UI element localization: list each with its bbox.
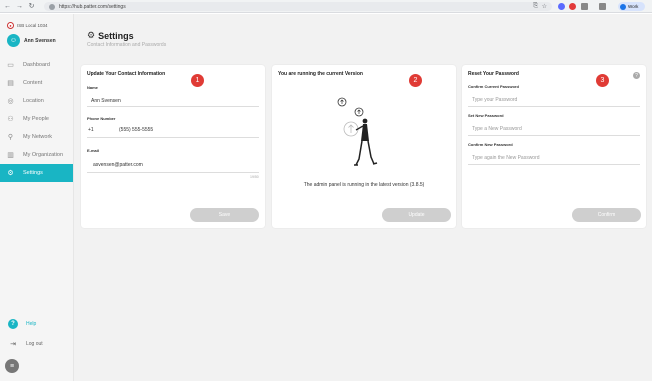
help-icon[interactable]: ?: [633, 72, 640, 79]
avatar: ☺: [7, 34, 20, 47]
address-bar[interactable]: https://hub.patter.com/settings ⎘ ☆: [44, 2, 552, 11]
email-label: E-mail: [87, 148, 100, 153]
address-url: https://hub.patter.com/settings: [59, 3, 126, 10]
card-title: Reset Your Password: [468, 71, 519, 77]
update-button[interactable]: Update: [382, 208, 451, 222]
divider: [87, 172, 259, 173]
divider: [87, 137, 259, 138]
page-title: Settings: [98, 30, 134, 41]
dashboard-icon: ▭: [7, 62, 14, 69]
sidebar-item-settings[interactable]: ⚙ Settings: [0, 164, 73, 182]
sidebar-item-label: My Network: [23, 134, 53, 140]
sidebar-nav: ▭ Dashboard ▤ Content ◎ Location ⚇ My Pe…: [0, 56, 73, 182]
logout-link[interactable]: ⇥ Log out: [8, 339, 43, 349]
help-icon: ?: [8, 319, 18, 329]
sidebar-item-my-organization[interactable]: ▥ My Organization: [0, 146, 73, 164]
content-icon: ▤: [7, 80, 14, 87]
page-header: ⚙ Settings Contact Information and Passw…: [87, 30, 166, 48]
divider: [468, 164, 640, 165]
step-badge: 1: [191, 74, 204, 87]
email-field[interactable]: asvensen@patter.com: [93, 162, 143, 168]
divider: [468, 135, 640, 136]
sidebar-item-label: Content: [23, 80, 43, 86]
bookmark-star-icon[interactable]: ☆: [542, 3, 547, 10]
page-subtitle: Contact Information and Passwords: [87, 42, 167, 48]
new-password-field[interactable]: Type a New Password: [472, 126, 522, 132]
extension-icon[interactable]: [569, 3, 576, 10]
reload-icon[interactable]: ↻: [27, 2, 36, 11]
upgrade-illustration-icon: [337, 97, 378, 166]
confirm-password-label: Confirm New Password: [468, 142, 513, 147]
side-panel-icon[interactable]: [599, 3, 606, 10]
logout-label: Log out: [26, 341, 43, 347]
org-switcher[interactable]: ● ISB Local 1034: [7, 22, 48, 29]
version-card: You are running the current Version 2 Th…: [272, 65, 456, 228]
sidebar-item-location[interactable]: ◎ Location: [0, 92, 73, 110]
site-info-icon[interactable]: [49, 3, 55, 10]
sidebar-item-my-network[interactable]: ⚲ My Network: [0, 128, 73, 146]
gear-icon: ⚙: [7, 170, 14, 177]
step-badge: 3: [596, 74, 609, 87]
extensions-puzzle-icon[interactable]: [581, 3, 588, 10]
sidebar-item-label: My Organization: [23, 152, 64, 158]
profile-label: Work: [628, 4, 639, 9]
main-content: ⚙ Settings Contact Information and Passw…: [74, 14, 652, 381]
sidebar: ● ISB Local 1034 ☺ Ann Svensen ▭ Dashboa…: [0, 14, 74, 381]
card-title: You are running the current Version: [278, 71, 363, 77]
profile-button[interactable]: Work: [618, 2, 645, 11]
current-password-label: Confirm Current Password: [468, 84, 519, 89]
menu-toggle-button[interactable]: ≡: [5, 359, 19, 373]
location-pin-icon: ◎: [7, 98, 14, 105]
back-icon[interactable]: ←: [3, 2, 12, 11]
step-badge: 2: [409, 74, 422, 87]
sidebar-item-content[interactable]: ▤ Content: [0, 74, 73, 92]
user-profile[interactable]: ☺ Ann Svensen: [7, 34, 56, 47]
current-password-field[interactable]: Type your Password: [472, 97, 517, 103]
new-password-label: Set New Password: [468, 113, 504, 118]
country-code-select[interactable]: +1: [88, 127, 94, 133]
help-link[interactable]: ? Help: [8, 319, 36, 329]
browser-toolbar: ← → ↻ https://hub.patter.com/settings ⎘ …: [0, 0, 652, 13]
phone-field[interactable]: (555) 555-5555: [119, 127, 153, 133]
org-logo: ●: [7, 22, 14, 29]
organization-icon: ▥: [7, 152, 14, 159]
contact-info-card: Update Your Contact Information 1 Name A…: [81, 65, 265, 228]
org-name: ISB Local 1034: [17, 23, 48, 28]
confirm-password-field[interactable]: Type again the New Password: [472, 155, 540, 161]
save-button[interactable]: Save: [190, 208, 259, 222]
card-title: Update Your Contact Information: [87, 71, 166, 77]
forward-icon[interactable]: →: [15, 2, 24, 11]
user-name: Ann Svensen: [24, 37, 56, 44]
sidebar-item-label: Location: [23, 98, 44, 104]
name-label: Name: [87, 85, 98, 90]
sidebar-item-my-people[interactable]: ⚇ My People: [0, 110, 73, 128]
extension-icon[interactable]: [558, 3, 565, 10]
confirm-button[interactable]: Confirm: [572, 208, 641, 222]
char-counter: 19/50: [250, 175, 259, 179]
name-field[interactable]: Ann Svensen: [91, 98, 121, 104]
phone-label: Phone Number: [87, 116, 116, 121]
help-label: Help: [26, 321, 37, 327]
divider: [87, 106, 259, 107]
sidebar-item-dashboard[interactable]: ▭ Dashboard: [0, 56, 73, 74]
network-icon: ⚲: [7, 134, 14, 141]
share-icon[interactable]: ⎘: [533, 3, 538, 10]
gear-icon: ⚙: [87, 30, 96, 40]
sidebar-item-label: Settings: [23, 170, 43, 176]
profile-avatar: [620, 3, 626, 10]
sidebar-item-label: Dashboard: [23, 62, 50, 68]
version-message: The admin panel is running in the latest…: [303, 182, 425, 188]
reset-password-card: Reset Your Password 3 ? Confirm Current …: [462, 65, 646, 228]
sidebar-item-label: My People: [23, 116, 49, 122]
logout-icon: ⇥: [10, 341, 16, 348]
divider: [468, 106, 640, 107]
people-icon: ⚇: [7, 116, 14, 123]
